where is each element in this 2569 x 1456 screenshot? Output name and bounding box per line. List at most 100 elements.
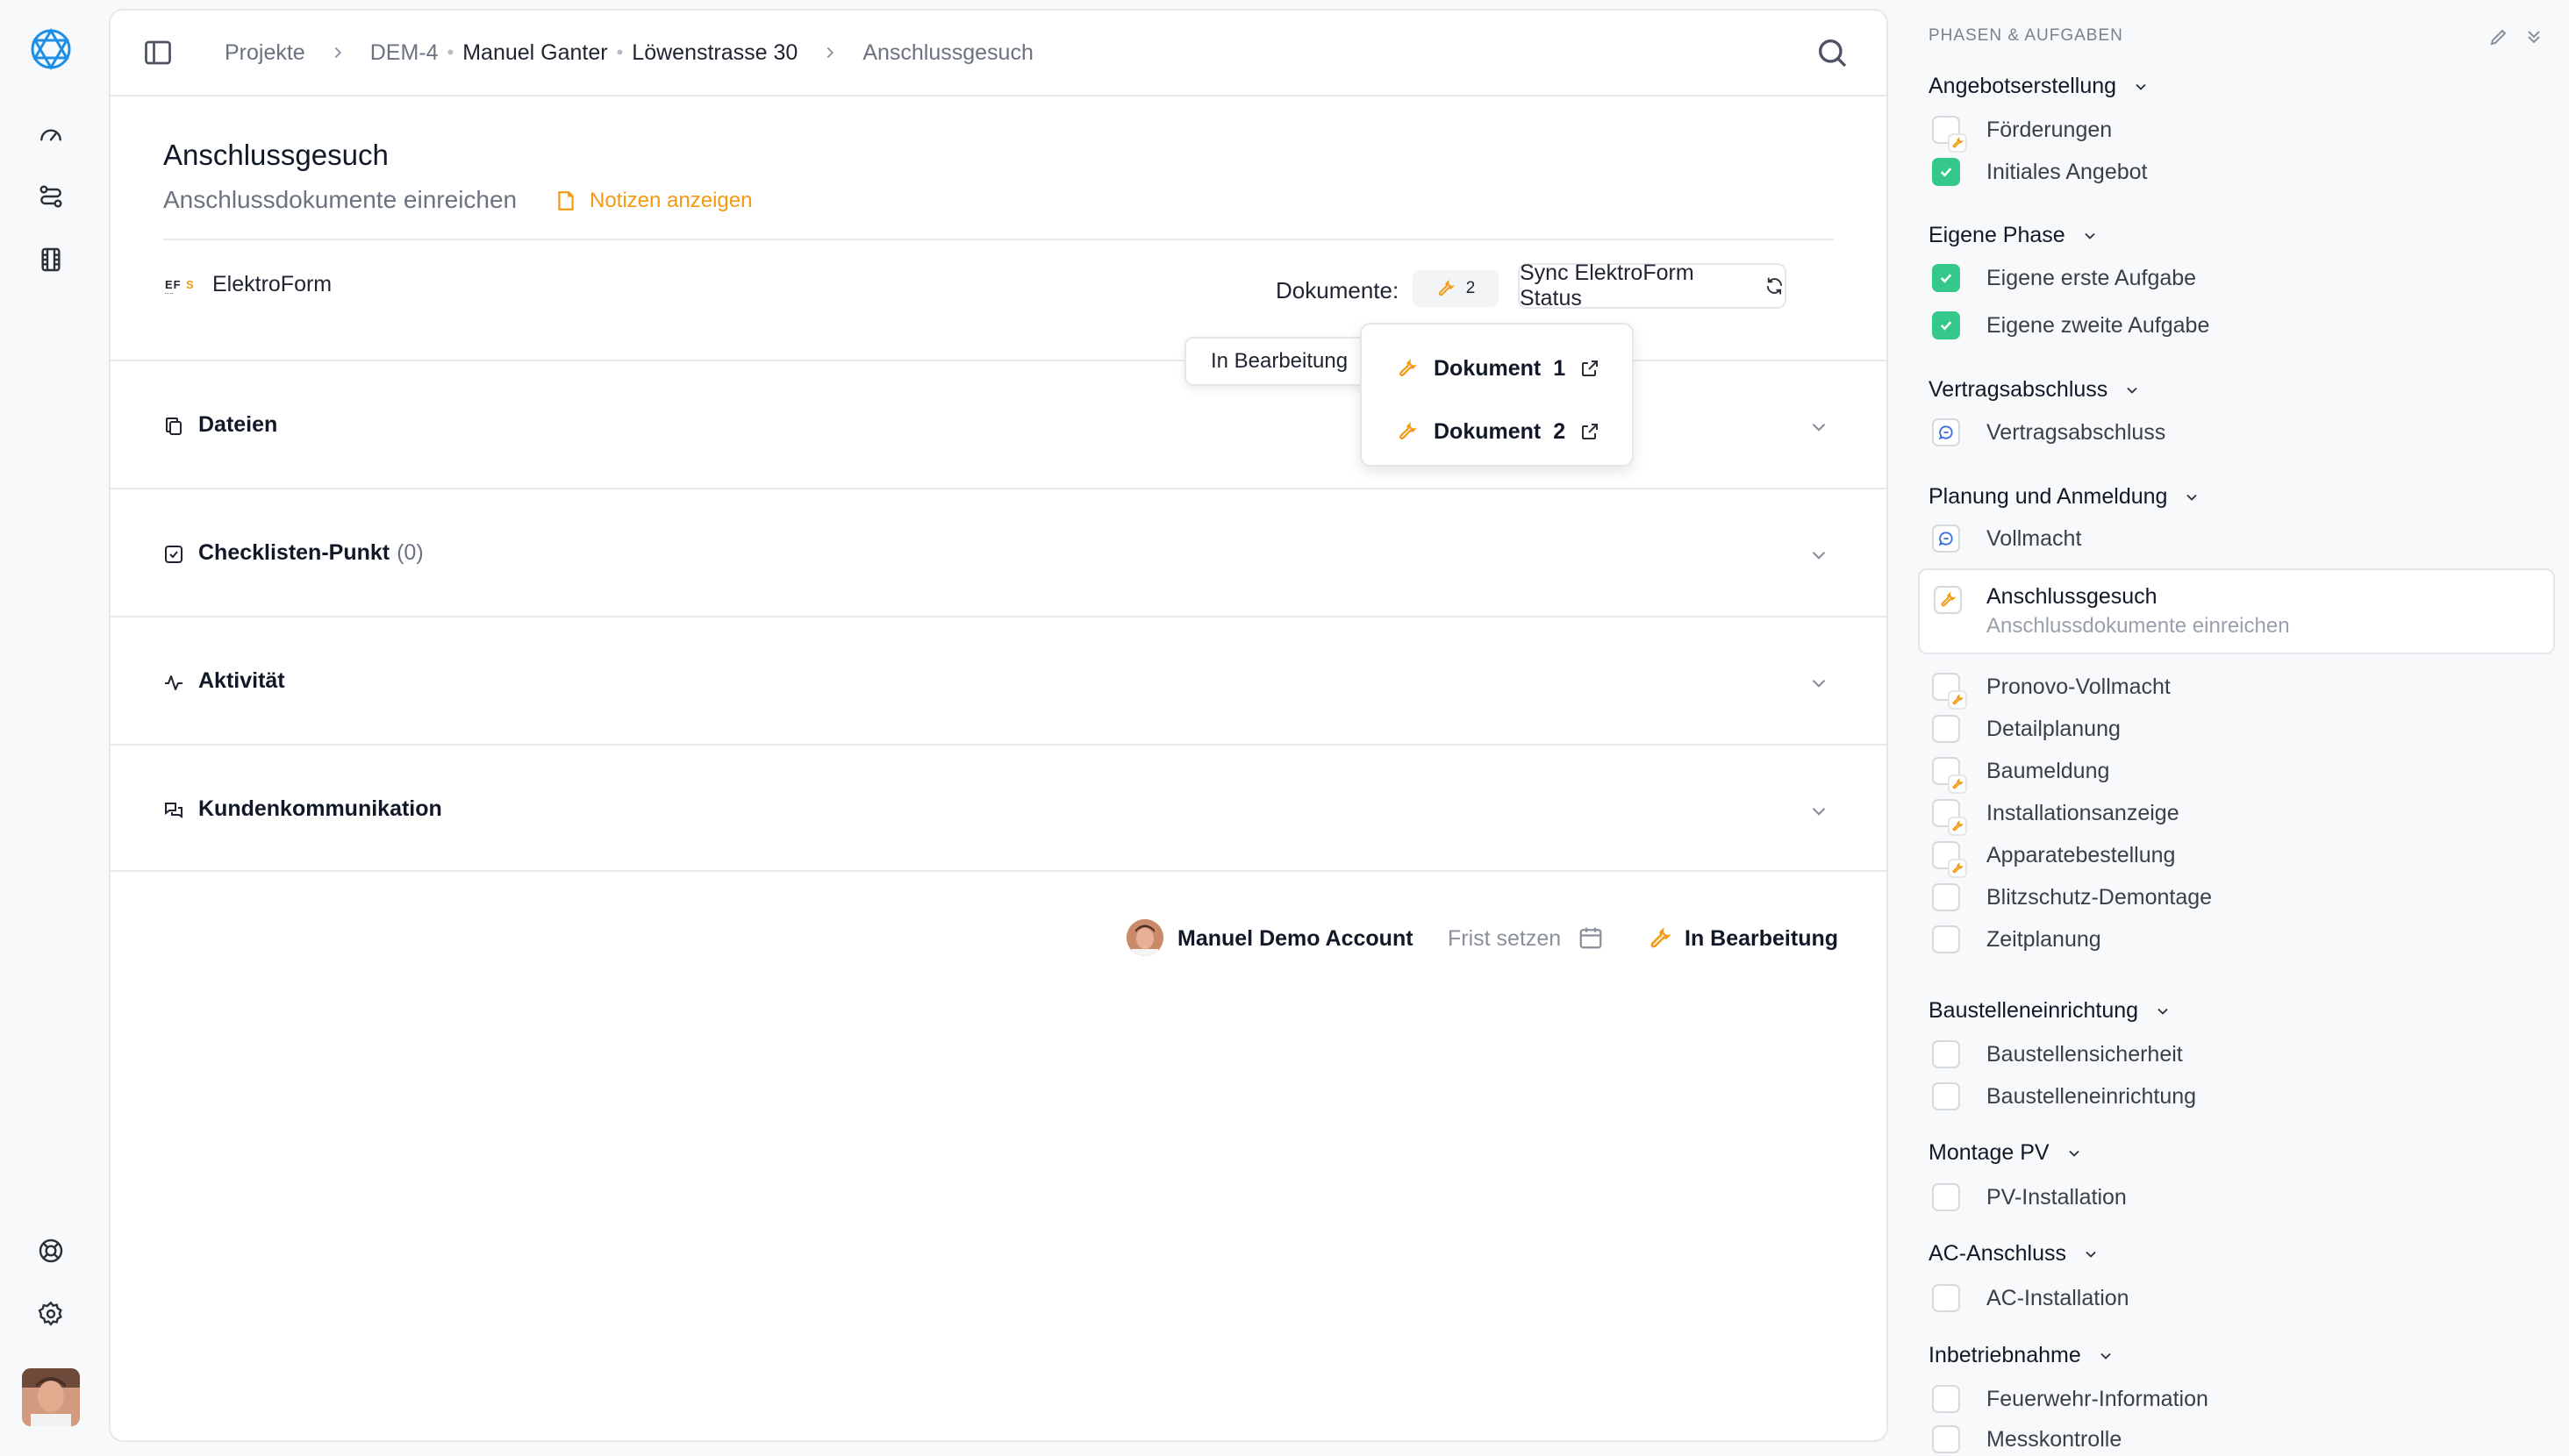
task-checkbox-checked[interactable] [1932,158,1960,186]
task-installationsanzeige[interactable]: Installationsanzeige [1932,796,2179,836]
phase-planung-und-anmeldung[interactable]: Planung und Anmeldung [1929,484,2200,510]
collapse-icon[interactable] [2523,26,2544,47]
phase-montage-pv[interactable]: Montage PV [1929,1140,2083,1166]
active-task-subtitle: Anschlussdokumente einreichen [1986,614,2290,638]
task-checkbox[interactable] [1932,1425,1960,1453]
task-pronovo-vollmacht[interactable]: Pronovo-Vollmacht [1932,670,2171,710]
check-icon [1940,321,1952,331]
task-baustelleneinrichtung[interactable]: Baustelleneinrichtung [1932,1080,2196,1113]
task-foerderungen[interactable]: Förderungen [1932,113,2112,153]
task-eigene-zweite-aufgabe[interactable]: Eigene zweite Aufgabe [1932,309,2209,342]
document-item[interactable]: Dokument 2 [1397,414,1600,449]
task-vertragsabschluss[interactable]: Vertragsabschluss [1932,416,2165,449]
task-initiales-angebot[interactable]: Initiales Angebot [1932,155,2147,189]
documents-count-badge[interactable]: 2 [1413,270,1499,307]
phase-label: Planung und Anmeldung [1929,484,2168,509]
phase-label: Inbetriebnahme [1929,1343,2081,1367]
section-activity[interactable]: Aktivität [111,616,1886,744]
help-icon[interactable] [32,1231,70,1270]
search-icon[interactable] [1814,35,1850,70]
task-checkbox[interactable] [1932,715,1960,743]
chevron-right-icon [334,46,341,59]
checklist-count: (0) [397,540,424,565]
task-status-chat[interactable] [1932,418,1960,446]
chevron-down-icon [2068,1150,2079,1157]
task-checkbox[interactable] [1932,1385,1960,1413]
check-icon [1940,168,1952,177]
task-checkbox[interactable] [1932,1284,1960,1312]
document-item[interactable]: Dokument 1 [1397,351,1600,386]
task-messkontrolle[interactable]: Messkontrolle [1932,1423,2122,1456]
phase-vertragsabschluss[interactable]: Vertragsabschluss [1929,377,2141,403]
breadcrumb-address[interactable]: Löwenstrasse 30 [632,40,798,66]
assignee-name[interactable]: Manuel Demo Account [1177,926,1413,952]
task-ac-installation[interactable]: AC-Installation [1932,1281,2129,1315]
wrench-icon [1399,422,1417,439]
app-logo[interactable] [26,25,75,74]
breadcrumb-project-id[interactable]: DEM-4 [370,40,439,66]
task-checkbox[interactable] [1932,925,1960,953]
phase-baustelleneinrichtung[interactable]: Baustelleneinrichtung [1929,998,2172,1024]
set-deadline-button[interactable]: Frist setzen [1448,926,1561,952]
phase-label: AC-Anschluss [1929,1241,2066,1266]
chevron-down-icon [2186,494,2198,501]
task-checkbox[interactable] [1932,1183,1960,1211]
calendar-icon[interactable] [1578,924,1604,951]
user-avatar[interactable] [22,1368,80,1426]
task-checkbox[interactable] [1932,841,1967,878]
svg-text:....: .... [165,290,175,295]
chevron-down-icon [1812,551,1826,560]
task-checkbox[interactable] [1932,673,1967,710]
task-checkbox[interactable] [1932,1040,1960,1068]
breadcrumb-projects[interactable]: Projekte [225,40,305,66]
separator-dot: • [616,41,624,63]
task-status[interactable]: In Bearbeitung [1685,926,1838,952]
task-detailplanung[interactable]: Detailplanung [1932,712,2121,746]
task-baustellensicherheit[interactable]: Baustellensicherheit [1932,1038,2183,1071]
task-status-chat[interactable] [1932,525,1960,553]
task-zeitplanung[interactable]: Zeitplanung [1932,923,2101,956]
task-blitzschutz-demontage[interactable]: Blitzschutz-Demontage [1932,881,2212,914]
task-subtitle: Anschlussdokumente einreichen [163,186,518,213]
task-status-in-progress[interactable] [1934,586,1962,614]
phase-label: Montage PV [1929,1140,2050,1165]
section-checklist[interactable]: Checklisten-Punkt (0) [111,488,1886,616]
active-task-card[interactable]: Anschlussgesuch Anschlussdokumente einre… [1918,568,2555,654]
task-pv-installation[interactable]: PV-Installation [1932,1181,2127,1214]
task-apparatebestellung[interactable]: Apparatebestellung [1932,839,2175,878]
settings-icon[interactable] [32,1295,70,1333]
chat-icon [165,803,182,818]
show-notes-link[interactable]: Notizen anzeigen [555,189,752,213]
dashboard-icon[interactable] [32,116,70,154]
sidebar-toggle-icon[interactable] [142,37,174,68]
task-checkbox[interactable] [1932,1082,1960,1110]
task-feuerwehr-information[interactable]: Feuerwehr-Information [1932,1382,2208,1416]
pencil-icon[interactable] [2488,26,2509,47]
phase-angebotserstellung[interactable]: Angebotserstellung [1929,74,2150,99]
chevron-right-icon [827,46,834,59]
task-eigene-erste-aufgabe[interactable]: Eigene erste Aufgabe [1932,261,2196,295]
task-checkbox-checked[interactable] [1932,264,1960,292]
task-checkbox-checked[interactable] [1932,311,1960,339]
sync-status-button[interactable]: Sync ElektroForm Status [1518,261,1786,310]
section-communication[interactable]: Kundenkommunikation [111,744,1886,872]
svg-text:S: S [186,278,195,291]
wrench-icon [1952,862,1964,874]
chevron-down-icon [2086,1251,2096,1258]
assignee-avatar[interactable] [1127,919,1163,956]
task-baumeldung[interactable]: Baumeldung [1932,754,2109,794]
task-checkbox[interactable] [1932,883,1960,911]
phase-eigene-phase[interactable]: Eigene Phase [1929,223,2099,248]
page-title: Anschlussgesuch [163,139,389,171]
workflow-icon[interactable] [32,177,70,216]
phase-inbetriebnahme[interactable]: Inbetriebnahme [1929,1343,2115,1368]
breadcrumb-current: Anschlussgesuch [862,39,1034,65]
task-vollmacht[interactable]: Vollmacht [1932,522,2081,555]
breadcrumb-customer[interactable]: Manuel Ganter [462,40,607,66]
task-checkbox[interactable] [1932,116,1967,153]
phase-label: Vertragsabschluss [1929,377,2108,402]
phase-ac-anschluss[interactable]: AC-Anschluss [1929,1241,2100,1267]
task-checkbox[interactable] [1932,757,1967,794]
film-icon[interactable] [32,240,70,279]
task-checkbox[interactable] [1932,799,1967,836]
